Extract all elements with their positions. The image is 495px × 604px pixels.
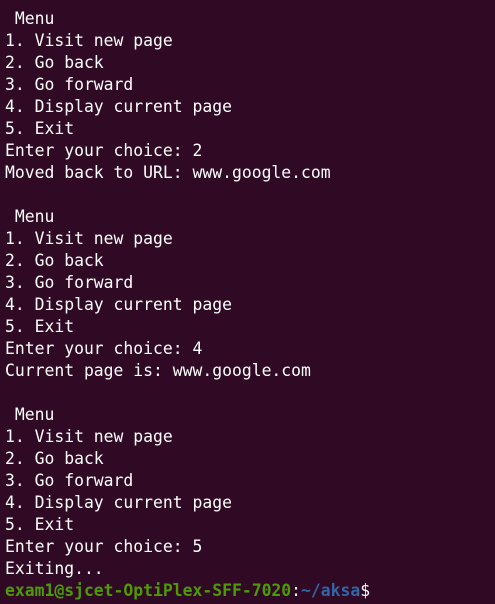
output-line: 4. Display current page [5,295,232,314]
output-line: 5. Exit [5,119,75,138]
output-line: Enter your choice: 4 [5,339,203,358]
output-line: 2. Go back [5,53,104,72]
prompt-path: ~/aksa [301,581,361,600]
prompt-user-host: exam1@sjcet-OptiPlex-SFF-7020 [5,581,292,600]
output-line: 2. Go back [5,251,104,270]
output-line: Enter your choice: 5 [5,537,203,556]
output-line: Current page is: www.google.com [5,361,311,380]
output-line: Menu [5,207,55,226]
output-line: Menu [5,405,55,424]
output-line: 1. Visit new page [5,31,173,50]
output-line: 4. Display current page [5,493,232,512]
output-line: 5. Exit [5,515,75,534]
output-line: 2. Go back [5,449,104,468]
output-line: Moved back to URL: www.google.com [5,163,331,182]
prompt-separator: : [291,581,302,600]
shell-prompt[interactable]: exam1@sjcet-OptiPlex-SFF-7020:~/aksa$ [5,580,495,602]
prompt-symbol: $ [360,581,371,600]
output-line: 5. Exit [5,317,75,336]
output-line: 3. Go forward [5,471,134,490]
output-line: 3. Go forward [5,273,134,292]
output-line: Enter your choice: 2 [5,141,203,160]
output-line: 1. Visit new page [5,229,173,248]
terminal-window[interactable]: Menu 1. Visit new page 2. Go back 3. Go … [0,0,495,604]
terminal-output: Menu 1. Visit new page 2. Go back 3. Go … [5,8,495,580]
output-line: 1. Visit new page [5,427,173,446]
output-line: Exiting... [5,559,104,578]
output-line: 4. Display current page [5,97,232,116]
output-line: 3. Go forward [5,75,134,94]
output-line: Menu [5,9,55,28]
